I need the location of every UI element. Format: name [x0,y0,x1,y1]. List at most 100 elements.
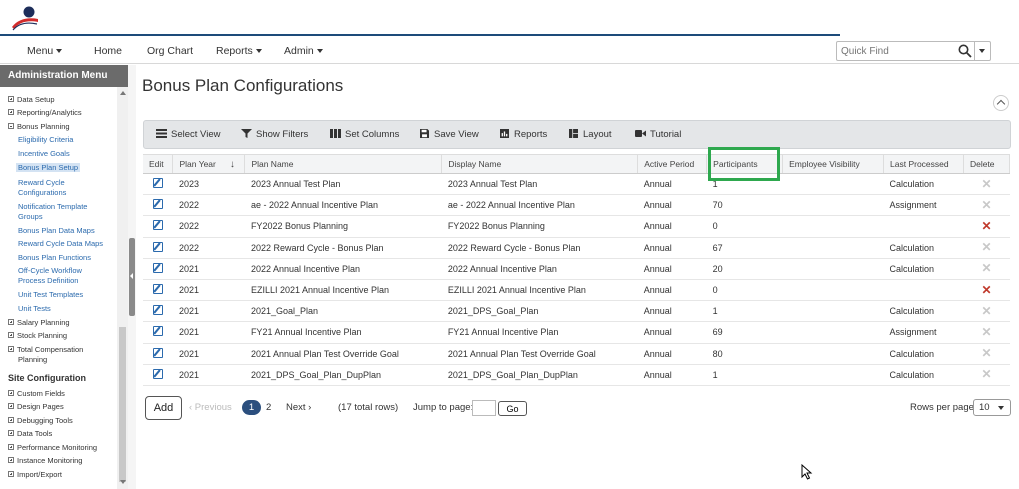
column-header-last-processed[interactable]: Last Processed [883,154,964,174]
sidebar-group-data-setup[interactable]: Data Setup [8,95,55,104]
sidebar-item-bonus-plan-functions[interactable]: Bonus Plan Functions [18,253,91,262]
edit-cell [143,279,173,302]
nav-menu[interactable]: Menu [27,45,63,57]
column-header-participants[interactable]: Participants [706,154,784,174]
edit-icon[interactable] [153,347,163,358]
scroll-down-arrow-icon[interactable] [120,480,126,484]
sidebar-group-total-compensation[interactable]: Total Compensation [8,345,83,354]
edit-icon[interactable] [153,326,163,337]
pagination-page-2[interactable]: 2 [266,402,271,413]
nav-org-chart[interactable]: Org Chart [147,45,193,57]
go-button[interactable]: Go [498,401,527,416]
participants-cell: 80 [706,343,783,365]
nav-home[interactable]: Home [94,45,122,57]
jump-to-page-input[interactable] [472,400,496,416]
edit-icon[interactable] [153,241,163,252]
display-name-cell: 2021 Annual Plan Test Override Goal [441,343,638,365]
participants-cell: 69 [706,321,783,344]
sidebar-item-bonus-plan-data-maps[interactable]: Bonus Plan Data Maps [18,226,95,235]
display-name-cell: 2021_DPS_Goal_Plan [441,300,638,323]
sidebar-group-data-tools[interactable]: Data Tools [8,429,52,438]
plan-year-cell: 2021 [172,300,245,323]
sidebar-item-reward-cycle-line2[interactable]: Configurations [18,188,66,197]
scroll-up-arrow-icon[interactable] [120,91,126,95]
sidebar-item-eligibility-criteria[interactable]: Eligibility Criteria [18,135,73,144]
collapse-icon[interactable] [993,95,1009,111]
sidebar-group-salary-planning[interactable]: Salary Planning [8,318,70,327]
sidebar-item-notification-line2[interactable]: Groups [18,212,43,221]
search-icon[interactable] [958,44,972,58]
reports-button[interactable]: Reports [499,129,547,140]
sidebar-item-unit-tests[interactable]: Unit Tests [18,304,51,313]
delete-icon: ✕ [981,240,992,255]
display-name-cell: FY21 Annual Incentive Plan [441,321,638,344]
display-name-cell: 2022 Reward Cycle - Bonus Plan [441,237,638,259]
scrollbar-thumb[interactable] [119,327,126,482]
nav-admin[interactable]: Admin [284,45,323,57]
sidebar-scrollbar[interactable] [117,87,128,489]
tutorial-button[interactable]: Tutorial [635,129,681,140]
sort-down-icon[interactable]: ↓ [230,159,235,170]
rows-per-page-select[interactable]: 10 [973,399,1011,416]
logo[interactable] [10,5,40,31]
pagination-next[interactable]: Next › [286,402,311,413]
plan-year-cell: 2021 [172,364,245,386]
chevron-down-icon [56,49,63,54]
edit-icon[interactable] [153,284,163,295]
edit-icon[interactable] [153,305,163,316]
quick-find-input[interactable] [841,44,951,58]
sidebar-item-off-cycle-workflow[interactable]: Off-Cycle Workflow [18,266,82,275]
edit-cell [143,237,173,259]
edit-icon[interactable] [153,220,163,231]
delete-icon[interactable]: ✕ [981,219,991,233]
sidebar-group-import-export[interactable]: Import/Export [8,470,62,479]
sidebar-item-notification-template[interactable]: Notification Template [18,202,87,211]
sidebar-group-label: Data Tools [17,429,53,438]
column-header-employee-visibility[interactable]: Employee Visibility [782,154,885,174]
sidebar-item-unit-test-templates[interactable]: Unit Test Templates [18,290,83,299]
save-view-button[interactable]: Save View [419,129,479,140]
sidebar-group-label: Debugging Tools [17,416,73,425]
add-button[interactable]: Add [145,396,182,420]
sidebar-group-design-pages[interactable]: Design Pages [8,402,64,411]
layout-button[interactable]: Layout [568,129,612,140]
pagination-page-1[interactable]: 1 [242,400,261,415]
column-header-plan-year[interactable]: Plan Year ↓ [172,154,246,174]
sidebar-group-stock-planning[interactable]: Stock Planning [8,331,67,340]
nav-reports[interactable]: Reports [216,45,262,57]
expand-icon [8,332,14,338]
sidebar-group-total-compensation-line2[interactable]: Planning [18,355,47,364]
set-columns-button[interactable]: Set Columns [330,129,399,140]
edit-icon[interactable] [153,178,163,189]
column-header-display-name[interactable]: Display Name [441,154,639,174]
edit-icon[interactable] [153,262,163,273]
plan-name-cell: 2021 Annual Plan Test Override Goal [244,343,442,365]
edit-icon[interactable] [153,368,163,379]
sidebar-item-bonus-plan-setup[interactable]: Bonus Plan Setup [16,163,81,172]
sidebar-group-label: Salary Planning [17,318,70,327]
display-name-cell: FY2022 Bonus Planning [441,215,638,238]
sidebar-group-debugging-tools[interactable]: Debugging Tools [8,416,73,425]
sidebar-group-reporting[interactable]: Reporting/Analytics [8,108,82,117]
sidebar-item-incentive-goals[interactable]: Incentive Goals [18,149,70,158]
sidebar-item-off-cycle-line2[interactable]: Process Definition [18,276,78,285]
sidebar-group-custom-fields[interactable]: Custom Fields [8,389,65,398]
table-row: 2021 2021 Annual Plan Test Override Goal 2… [143,343,1010,365]
sidebar-item-reward-cycle[interactable]: Reward Cycle [18,178,65,187]
sidebar-item-reward-cycle-data-maps[interactable]: Reward Cycle Data Maps [18,239,103,248]
delete-cell: ✕ [963,237,1010,259]
sidebar-group-label: Reporting/Analytics [17,108,82,117]
column-header-active-period[interactable]: Active Period [637,154,708,174]
sidebar-group-bonus-planning[interactable]: Bonus Planning [8,122,70,131]
column-header-plan-name[interactable]: Plan Name [244,154,443,174]
last-processed-cell: Calculation [883,300,964,323]
quick-find-dropdown[interactable] [974,42,990,60]
delete-icon[interactable]: ✕ [981,283,991,297]
sidebar-group-instance-monitoring[interactable]: Instance Monitoring [8,456,82,465]
edit-icon[interactable] [153,199,163,210]
participants-cell: 1 [706,364,783,386]
sidebar-collapse-handle[interactable] [129,238,135,316]
show-filters-button[interactable]: Show Filters [241,129,308,140]
select-view-button[interactable]: Select View [156,129,220,140]
sidebar-group-performance-monitoring[interactable]: Performance Monitoring [8,443,97,452]
